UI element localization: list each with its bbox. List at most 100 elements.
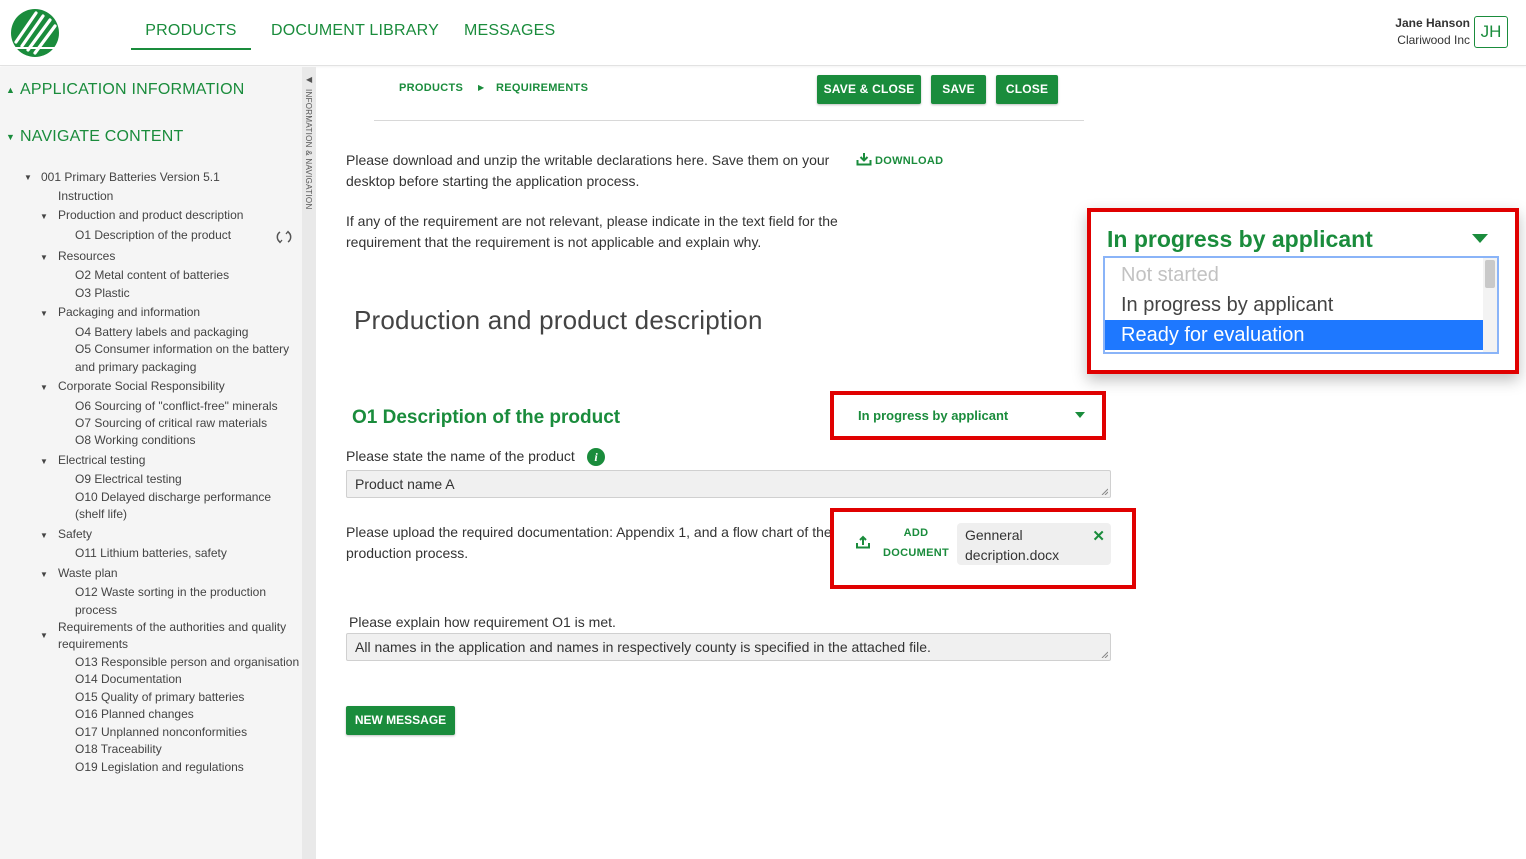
refresh-icon[interactable]	[276, 229, 292, 245]
remove-file-icon[interactable]: ✕	[1092, 527, 1105, 545]
tree-item-o4[interactable]: O4 Battery labels and packaging	[75, 324, 248, 341]
tree-expand-icon[interactable]: ▼	[40, 570, 48, 579]
tree-group-packaging[interactable]: Packaging and information	[58, 304, 200, 321]
tree-expand-icon[interactable]: ▼	[40, 457, 48, 466]
download-link[interactable]: DOWNLOAD	[856, 152, 943, 167]
tree-group-authorities[interactable]: Requirements of the authorities and qual…	[58, 619, 286, 636]
sidebar-section-label: NAVIGATE CONTENT	[20, 128, 184, 145]
tree-item-o5-cont[interactable]: and primary packaging	[75, 359, 196, 376]
download-instructions-line: desktop before starting the application …	[346, 173, 640, 189]
sidebar-section-application-information[interactable]: ▲ APPLICATION INFORMATION	[6, 81, 244, 99]
tab-messages[interactable]: MESSAGES	[464, 22, 555, 40]
status-option-in-progress[interactable]: In progress by applicant	[1105, 290, 1485, 320]
tree-item-o18[interactable]: O18 Traceability	[75, 741, 162, 758]
tree-item-o14[interactable]: O14 Documentation	[75, 671, 182, 688]
scrollbar-thumb[interactable]	[1485, 260, 1495, 288]
collapse-arrow-icon[interactable]: ◀	[306, 75, 312, 84]
explain-field[interactable]: All names in the application and names i…	[346, 633, 1111, 661]
avatar[interactable]: JH	[1474, 16, 1508, 48]
tab-document-library[interactable]: DOCUMENT LIBRARY	[271, 22, 439, 40]
save-button[interactable]: SAVE	[931, 75, 986, 104]
tree-item-o19[interactable]: O19 Legislation and regulations	[75, 759, 244, 776]
tree-item-o17[interactable]: O17 Unplanned nonconformities	[75, 724, 247, 741]
tree-group-csr[interactable]: Corporate Social Responsibility	[58, 378, 225, 395]
attached-file-chip[interactable]: Genneral decription.docx ✕	[957, 523, 1111, 565]
chevron-down-icon[interactable]	[1472, 234, 1488, 243]
top-navigation-bar: PRODUCTS DOCUMENT LIBRARY MESSAGES Jane …	[0, 0, 1526, 66]
info-icon[interactable]: i	[587, 448, 605, 466]
sidebar-section-navigate-content[interactable]: ▼ NAVIGATE CONTENT	[6, 128, 184, 146]
user-company: Clariwood Inc	[1397, 33, 1470, 47]
tree-item-o13[interactable]: O13 Responsible person and organisation	[75, 654, 299, 671]
tree-item-o11[interactable]: O11 Lithium batteries, safety	[75, 545, 227, 562]
tree-group-electrical[interactable]: Electrical testing	[58, 452, 145, 469]
tree-item-o9[interactable]: O9 Electrical testing	[75, 471, 182, 488]
product-name-field[interactable]: Product name A	[346, 470, 1111, 498]
tree-item-instruction[interactable]: Instruction	[58, 188, 113, 205]
tree-expand-icon[interactable]: ▼	[40, 309, 48, 318]
upload-instructions-line: Please upload the required documentation…	[346, 524, 832, 540]
tree-item-criteria[interactable]: 001 Primary Batteries Version 5.1	[41, 169, 220, 186]
tree-group-production[interactable]: Production and product description	[58, 207, 243, 224]
breadcrumb-separator-icon: ▶	[478, 83, 485, 92]
tree-item-o15[interactable]: O15 Quality of primary batteries	[75, 689, 244, 706]
tab-products[interactable]: PRODUCTS	[131, 22, 251, 50]
download-instructions-line: Please download and unzip the writable d…	[346, 152, 830, 168]
tree-item-o10[interactable]: O10 Delayed discharge performance	[75, 489, 271, 506]
breadcrumb-products[interactable]: PRODUCTS	[399, 82, 463, 94]
tree-expand-icon[interactable]: ▼	[40, 631, 48, 640]
tree-item-o12[interactable]: O12 Waste sorting in the production	[75, 584, 266, 601]
tree-expand-icon[interactable]: ▼	[40, 253, 48, 262]
tree-expand-icon[interactable]: ▼	[24, 173, 32, 182]
tree-item-o5[interactable]: O5 Consumer information on the battery	[75, 341, 289, 358]
tree-group-safety[interactable]: Safety	[58, 526, 92, 543]
attached-file-name-line: decription.docx	[965, 547, 1060, 563]
add-document-button[interactable]: ADD DOCUMENT	[882, 523, 950, 563]
tree-expand-icon[interactable]: ▼	[40, 212, 48, 221]
sidebar-section-label: APPLICATION INFORMATION	[20, 81, 245, 98]
tree-group-authorities-cont[interactable]: requirements	[58, 636, 128, 653]
add-document-label: DOCUMENT	[883, 547, 949, 559]
chevron-down-icon[interactable]	[1075, 412, 1085, 418]
save-close-button[interactable]: SAVE & CLOSE	[817, 75, 921, 104]
add-document-label: ADD	[903, 527, 929, 539]
tree-item-o7[interactable]: O7 Sourcing of critical raw materials	[75, 415, 267, 432]
status-option-ready-for-evaluation[interactable]: Ready for evaluation	[1105, 320, 1485, 350]
attached-file-name: Genneral decription.docx	[965, 525, 1085, 565]
nordic-swan-logo[interactable]	[10, 8, 60, 58]
caret-down-icon: ▼	[6, 131, 16, 142]
requirement-title: O1 Description of the product	[352, 407, 621, 428]
status-dropdown[interactable]: In progress by applicant	[858, 408, 1008, 423]
download-label: DOWNLOAD	[875, 155, 944, 167]
explain-label: Please explain how requirement O1 is met…	[349, 614, 616, 630]
tree-group-waste[interactable]: Waste plan	[58, 565, 118, 582]
resize-handle-icon[interactable]	[1101, 651, 1108, 658]
tree-item-o10-cont[interactable]: (shelf life)	[75, 506, 127, 523]
tree-item-o16[interactable]: O16 Planned changes	[75, 706, 194, 723]
resize-handle-icon[interactable]	[1101, 488, 1108, 495]
tree-item-o6[interactable]: O6 Sourcing of "conflict-free" minerals	[75, 398, 278, 415]
callout-status-value[interactable]: In progress by applicant	[1107, 226, 1373, 253]
relevance-instructions-line: requirement that the requirement is not …	[346, 234, 762, 250]
tree-item-o1[interactable]: O1 Description of the product	[75, 227, 231, 244]
section-title: Production and product description	[354, 305, 763, 335]
tree-item-o3[interactable]: O3 Plastic	[75, 285, 130, 302]
download-instructions: Please download and unzip the writable d…	[346, 150, 829, 192]
sidebar-collapse-strip[interactable]: ◀ INFORMATION & NAVIGATION	[302, 67, 316, 859]
scrollbar[interactable]	[1483, 258, 1497, 352]
user-name: Jane Hanson	[1395, 16, 1470, 30]
tree-item-o2[interactable]: O2 Metal content of batteries	[75, 267, 229, 284]
tree-item-o8[interactable]: O8 Working conditions	[75, 432, 196, 449]
upload-icon[interactable]	[856, 535, 870, 549]
download-icon	[856, 153, 872, 166]
close-button[interactable]: CLOSE	[996, 75, 1058, 104]
divider	[374, 120, 1084, 121]
status-option-not-started: Not started	[1121, 264, 1219, 286]
tree-group-resources[interactable]: Resources	[58, 248, 115, 265]
new-message-button[interactable]: NEW MESSAGE	[346, 706, 455, 735]
tree-item-o12-cont[interactable]: process	[75, 602, 117, 619]
tree-expand-icon[interactable]: ▼	[40, 383, 48, 392]
user-info[interactable]: Jane Hanson Clariwood Inc	[1395, 16, 1470, 47]
tree-expand-icon[interactable]: ▼	[40, 531, 48, 540]
status-options-list[interactable]: Not started In progress by applicant Rea…	[1103, 256, 1499, 354]
